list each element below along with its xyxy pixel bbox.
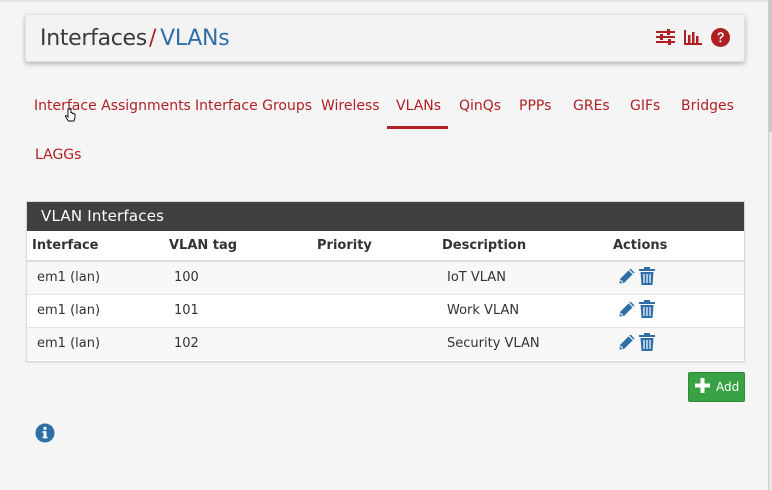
- tab-wireless[interactable]: Wireless: [321, 96, 380, 116]
- page-scrollbar[interactable]: [768, 0, 772, 490]
- add-button-label: Add: [716, 380, 740, 394]
- table-row[interactable]: em1 (lan) 100 IoT VLAN: [27, 261, 744, 295]
- breadcrumb-parent[interactable]: Interfaces: [40, 26, 147, 51]
- tab-gifs[interactable]: GIFs: [630, 96, 660, 116]
- tab-bridges[interactable]: Bridges: [681, 96, 734, 116]
- active-tab-indicator: [387, 126, 448, 129]
- tab-gres[interactable]: GREs: [573, 96, 610, 116]
- table-header-row: Interface VLAN tag Priority Description …: [27, 231, 744, 262]
- tab-interface-assignments[interactable]: Interface Assignments: [34, 96, 191, 116]
- cell-actions: [613, 327, 744, 360]
- info-icon[interactable]: [35, 423, 55, 447]
- table-row[interactable]: em1 (lan) 101 Work VLAN: [27, 294, 744, 328]
- edit-pencil-icon[interactable]: [618, 267, 636, 289]
- tab-interface-groups[interactable]: Interface Groups: [195, 96, 312, 116]
- cell-actions: [613, 294, 744, 328]
- tab-qinqs[interactable]: QinQs: [459, 96, 501, 116]
- breadcrumb: Interfaces/VLANs: [40, 25, 230, 53]
- cell-description: Security VLAN: [447, 336, 540, 352]
- sliders-icon[interactable]: [656, 29, 675, 49]
- edit-pencil-icon[interactable]: [618, 333, 636, 355]
- page-header: Interfaces/VLANs: [25, 14, 745, 62]
- cell-priority: [317, 261, 442, 295]
- cell-vlan-tag: 102: [174, 336, 199, 352]
- cell-priority: [317, 294, 442, 328]
- vlan-interfaces-panel: VLAN Interfaces Interface VLAN tag Prior…: [26, 201, 745, 362]
- column-header-vlan-tag[interactable]: VLAN tag: [169, 231, 317, 262]
- window-top-edge: [0, 0, 772, 2]
- cell-description: IoT VLAN: [442, 261, 613, 295]
- delete-trash-icon[interactable]: [639, 299, 655, 322]
- cell-actions: [613, 261, 744, 295]
- plus-icon: [695, 378, 710, 396]
- edit-pencil-icon[interactable]: [618, 300, 636, 322]
- cell-interface: em1 (lan): [27, 294, 169, 328]
- header-icons: [647, 27, 730, 51]
- breadcrumb-separator: /: [148, 26, 157, 51]
- vlan-table: Interface VLAN tag Priority Description …: [27, 231, 744, 360]
- help-icon[interactable]: [711, 27, 730, 51]
- tab-vlans[interactable]: VLANs: [396, 96, 441, 116]
- column-header-description[interactable]: Description: [442, 231, 613, 262]
- mouse-cursor-icon: [64, 108, 78, 128]
- breadcrumb-current[interactable]: VLANs: [160, 26, 230, 51]
- column-header-priority[interactable]: Priority: [317, 231, 442, 262]
- add-vlan-button[interactable]: Add: [688, 372, 745, 402]
- cell-interface: em1 (lan): [27, 261, 169, 295]
- delete-trash-icon[interactable]: [639, 332, 655, 355]
- cell-vlan-tag: 101: [169, 294, 317, 328]
- column-header-interface[interactable]: Interface: [27, 231, 169, 262]
- cell-description: Work VLAN: [442, 294, 613, 328]
- cell-priority: [317, 327, 442, 360]
- tab-ppps[interactable]: PPPs: [519, 96, 551, 116]
- panel-title: VLAN Interfaces: [27, 202, 744, 231]
- delete-trash-icon[interactable]: [639, 266, 655, 289]
- column-header-actions: Actions: [613, 231, 744, 262]
- table-row[interactable]: em1 (lan) 102 Security VLAN: [27, 327, 744, 360]
- tab-laggs[interactable]: LAGGs: [35, 145, 81, 165]
- cell-interface: em1 (lan): [37, 336, 101, 352]
- cell-vlan-tag: 100: [169, 261, 317, 295]
- bar-chart-icon[interactable]: [684, 29, 702, 49]
